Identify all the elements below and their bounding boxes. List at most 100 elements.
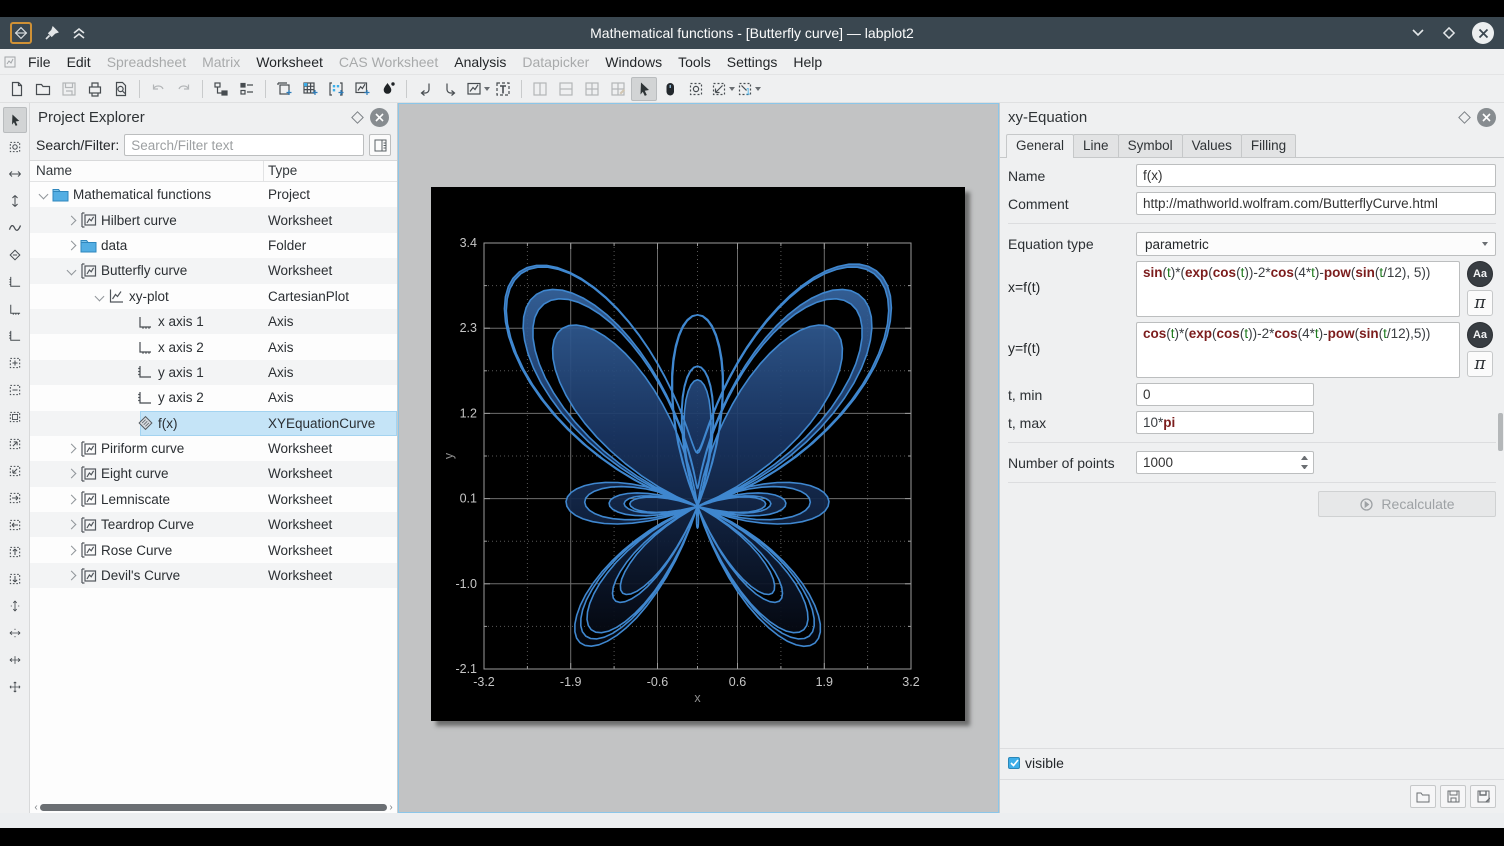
menu-help[interactable]: Help: [785, 51, 830, 73]
zoom-one-button[interactable]: 1: [735, 77, 761, 101]
tab-values[interactable]: Values: [1182, 134, 1242, 157]
cursor-button[interactable]: [3, 107, 27, 133]
curve-wave-button[interactable]: [3, 215, 27, 241]
pin-icon[interactable]: [44, 26, 59, 41]
import-arrow-button[interactable]: [412, 77, 438, 101]
menu-file[interactable]: File: [20, 51, 59, 73]
tab-symbol[interactable]: Symbol: [1118, 134, 1183, 157]
t-min-input[interactable]: [1136, 383, 1314, 406]
scrollbar-thumb[interactable]: [40, 804, 387, 811]
equation-diamond-button[interactable]: [3, 242, 27, 268]
tree-row[interactable]: y axis 1Axis: [30, 360, 397, 385]
menu-settings[interactable]: Settings: [719, 51, 786, 73]
tree-row[interactable]: f(x)XYEquationCurve: [30, 411, 397, 436]
close-button[interactable]: [1472, 22, 1494, 44]
chevron-down-icon[interactable]: [484, 87, 490, 91]
new-matrix-button[interactable]: [323, 77, 349, 101]
box-arrow-sw-button[interactable]: [3, 458, 27, 484]
tree-row[interactable]: xy-plotCartesianPlot: [30, 284, 397, 309]
expander-right-icon[interactable]: [67, 444, 77, 454]
tree-row[interactable]: Hilbert curveWorksheet: [30, 207, 397, 232]
zoom-fit-button[interactable]: [709, 77, 735, 101]
expander-right-icon[interactable]: [67, 469, 77, 479]
menu-tools[interactable]: Tools: [670, 51, 719, 73]
worksheet-page[interactable]: -3.2-1.9-0.60.61.93.23.42.31.20.1-1.0-2.…: [431, 187, 965, 721]
search-filter-input[interactable]: [124, 134, 364, 156]
expander-right-icon[interactable]: [67, 241, 77, 251]
menu-windows[interactable]: Windows: [597, 51, 670, 73]
new-spreadsheet-button[interactable]: [297, 77, 323, 101]
print-preview-button[interactable]: [108, 77, 134, 101]
points-input[interactable]: [1136, 451, 1314, 474]
axis-y-button[interactable]: [3, 323, 27, 349]
new-worksheet-button[interactable]: [349, 77, 375, 101]
menu-worksheet[interactable]: Worksheet: [248, 51, 331, 73]
close-panel-button[interactable]: [1477, 108, 1496, 127]
box-arrow-right-button[interactable]: [3, 485, 27, 511]
y-constants-button[interactable]: π: [1467, 351, 1493, 377]
doc-new-button[interactable]: [4, 77, 30, 101]
tree-row[interactable]: Rose CurveWorksheet: [30, 537, 397, 562]
tree-row[interactable]: Butterfly curveWorksheet: [30, 258, 397, 283]
menu-analysis[interactable]: Analysis: [446, 51, 514, 73]
tree-row[interactable]: dataFolder: [30, 233, 397, 258]
tree-row[interactable]: Piriform curveWorksheet: [30, 436, 397, 461]
new-plot-button[interactable]: [464, 77, 490, 101]
list-view-button[interactable]: [234, 77, 260, 101]
scroll-right-arrow[interactable]: ›: [387, 802, 395, 813]
tree-row[interactable]: Teardrop CurveWorksheet: [30, 512, 397, 537]
cursor-button[interactable]: [631, 77, 657, 101]
recalculate-button[interactable]: Recalculate: [1318, 491, 1496, 517]
worksheet-view[interactable]: -3.2-1.9-0.60.61.93.23.42.31.20.1-1.0-2.…: [398, 103, 999, 813]
x-constants-button[interactable]: π: [1467, 290, 1493, 316]
box-zoom-sel-button[interactable]: [3, 404, 27, 430]
box-zoom-button[interactable]: [3, 350, 27, 376]
datapicker-button[interactable]: [375, 77, 401, 101]
expander-down-icon[interactable]: [67, 266, 77, 276]
tree-row[interactable]: Eight curveWorksheet: [30, 461, 397, 486]
zoom-select-button[interactable]: [683, 77, 709, 101]
resize-v-button[interactable]: [3, 188, 27, 214]
expander-right-icon[interactable]: [67, 571, 77, 581]
chevron-down-icon[interactable]: [755, 87, 761, 91]
scroll-left-arrow[interactable]: ‹: [32, 802, 40, 813]
expander-right-icon[interactable]: [67, 215, 77, 225]
y-functions-button[interactable]: Aa: [1467, 322, 1493, 348]
axis-x-button[interactable]: [3, 296, 27, 322]
spin-up-icon[interactable]: [1301, 456, 1308, 460]
chevron-down-icon[interactable]: [729, 87, 735, 91]
new-workbook-button[interactable]: [271, 77, 297, 101]
x-equation-input[interactable]: sin(t)*(exp(cos(t))-2*cos(4*t)-pow(sin(t…: [1136, 261, 1460, 317]
axis-corner-button[interactable]: [3, 269, 27, 295]
t-max-input[interactable]: 10*pi: [1136, 411, 1314, 434]
vertical-scrollbar[interactable]: [1498, 413, 1503, 451]
tree-row[interactable]: Devil's CurveWorksheet: [30, 563, 397, 588]
folder-open-button[interactable]: [30, 77, 56, 101]
box-arrow-down-button[interactable]: [3, 566, 27, 592]
filter-options-button[interactable]: [369, 134, 391, 156]
tree-row[interactable]: y axis 2Axis: [30, 385, 397, 410]
box-zoom-out-button[interactable]: [3, 377, 27, 403]
resize-h-button[interactable]: [3, 161, 27, 187]
save-template-as-button[interactable]: [1470, 785, 1496, 808]
tab-line[interactable]: Line: [1073, 134, 1119, 157]
equation-type-combobox[interactable]: parametric: [1136, 232, 1496, 256]
points-spinbox[interactable]: [1136, 451, 1314, 474]
tab-filling[interactable]: Filling: [1241, 134, 1296, 157]
spin-down-icon[interactable]: [1301, 465, 1308, 469]
save-template-button[interactable]: [1440, 785, 1466, 808]
tree-row[interactable]: x axis 2Axis: [30, 334, 397, 359]
mouse-button[interactable]: [657, 77, 683, 101]
column-name[interactable]: Name: [30, 161, 264, 181]
arrows-all-button[interactable]: [3, 674, 27, 700]
box-arrow-up-button[interactable]: [3, 539, 27, 565]
horizontal-scrollbar[interactable]: ‹ ›: [30, 801, 397, 813]
collapse-up-icon[interactable]: [71, 26, 87, 40]
arrows-hv-button[interactable]: [3, 647, 27, 673]
comment-input[interactable]: [1136, 192, 1496, 215]
print-button[interactable]: [82, 77, 108, 101]
arrows-v-button[interactable]: [3, 593, 27, 619]
box-arrow-ne-button[interactable]: [3, 431, 27, 457]
expander-right-icon[interactable]: [67, 545, 77, 555]
tree-row[interactable]: Mathematical functionsProject: [30, 182, 397, 207]
